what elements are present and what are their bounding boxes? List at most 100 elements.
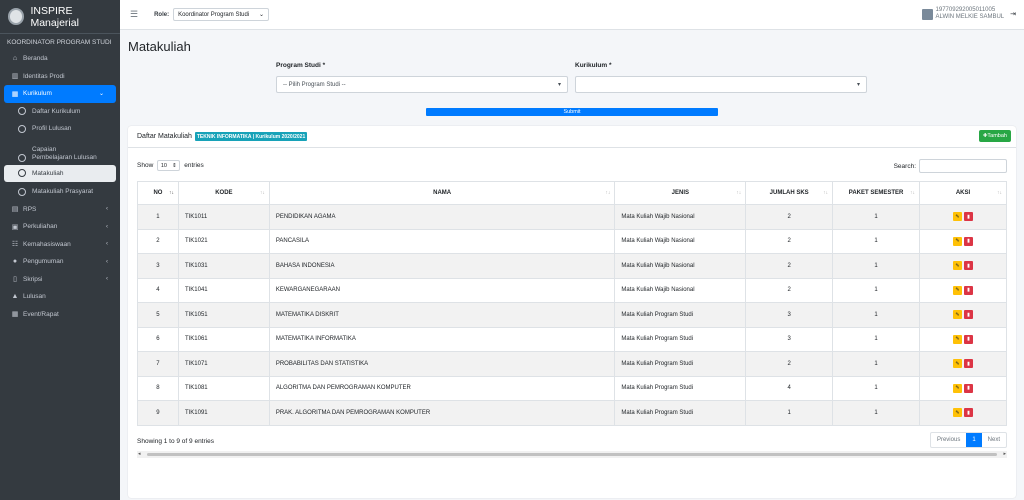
horizontal-scrollbar[interactable]: ◂ ▸	[137, 451, 1007, 458]
cell-jenis: Mata Kuliah Wajib Nasional	[614, 228, 747, 254]
delete-icon[interactable]: ▮	[964, 212, 974, 222]
search-input[interactable]	[919, 159, 1007, 173]
sort-icon: ↑↓	[910, 190, 916, 196]
delete-icon[interactable]: ▮	[964, 383, 974, 393]
sidebar-item-lulusan[interactable]: ▲ Lulusan	[0, 288, 120, 306]
sidebar-item-skripsi[interactable]: ▯ Skripsi ‹	[0, 271, 120, 289]
cell-aksi: ✎ ▮	[919, 228, 1007, 254]
next-button[interactable]: Next	[982, 433, 1006, 447]
sidebar-item-kemahasiswaan[interactable]: ☷ Kemahasiswaan ‹	[0, 236, 120, 254]
cell-sks: 4	[745, 375, 834, 401]
avatar	[921, 8, 933, 20]
delete-icon[interactable]: ▮	[964, 359, 974, 369]
cell-kode: TIK1061	[177, 326, 270, 352]
table-info: Showing 1 to 9 of 9 entries	[137, 438, 214, 445]
kurikulum-select[interactable]: ▾	[575, 76, 867, 93]
header-kode[interactable]: KODE ↑↓	[177, 181, 270, 205]
edit-icon[interactable]: ✎	[953, 212, 963, 222]
sidebar-item-profil-lulusan[interactable]: Profil Lulusan	[0, 120, 120, 138]
users-icon: ☷	[11, 241, 19, 249]
prodi-select[interactable]: -- Pilih Program Studi -- ▾	[276, 76, 568, 93]
delete-icon[interactable]: ▮	[964, 408, 974, 418]
delete-icon[interactable]: ▮	[964, 261, 974, 271]
cell-sks: 3	[745, 302, 834, 328]
institution-icon: ▥	[11, 73, 19, 81]
header-semester[interactable]: PAKET SEMESTER ↑↓	[832, 181, 921, 205]
page-1-button[interactable]: 1	[966, 433, 982, 447]
sidebar: INSPIRE Manajerial KOORDINATOR PROGRAM S…	[0, 0, 120, 500]
card-title: Daftar Matakuliah	[137, 133, 192, 140]
sort-icon: ↑↓	[997, 190, 1002, 196]
sidebar-item-daftar-kurikulum[interactable]: Daftar Kurikulum	[0, 103, 120, 121]
sidebar-item-perkuliahan[interactable]: ▣ Perkuliahan ‹	[0, 218, 120, 236]
delete-icon[interactable]: ▮	[964, 334, 974, 344]
menu-toggle-icon[interactable]: ☰	[130, 9, 138, 20]
edit-icon[interactable]: ✎	[953, 261, 963, 271]
user-panel[interactable]: 197709292005011005 ALWIN MELKIE SAMBUL ⇥	[921, 7, 1016, 21]
sort-icon: ↑↓	[823, 190, 829, 196]
cell-semester: 1	[832, 351, 921, 377]
delete-icon[interactable]: ▮	[964, 310, 974, 320]
book-icon: ▤	[11, 206, 19, 214]
sidebar-item-matakuliah[interactable]: Matakuliah	[4, 164, 116, 182]
chevron-left-icon: ‹	[106, 241, 108, 248]
edit-icon[interactable]: ✎	[953, 359, 963, 369]
role-select[interactable]: Koordinator Program Studi ⌄	[173, 8, 270, 21]
chevron-left-icon: ‹	[106, 223, 108, 230]
file-icon: ▯	[13, 276, 17, 284]
cell-nama: MATEMATIKA INFORMATIKA	[268, 326, 616, 352]
header-sks[interactable]: JUMLAH SKS ↑↓	[745, 181, 834, 205]
delete-icon[interactable]: ▮	[964, 236, 974, 246]
sidebar-item-matakuliah-prasyarat[interactable]: Matakuliah Prasyarat	[0, 183, 120, 201]
header-jenis[interactable]: JENIS ↑↓	[614, 181, 747, 205]
add-button[interactable]: ✚Tambah	[978, 130, 1011, 142]
cell-no: 5	[137, 302, 179, 328]
info-icon: ●	[12, 258, 18, 266]
entries-select[interactable]: 10 ⇕	[157, 160, 181, 171]
sidebar-item-capaian-pembelajaran[interactable]: Capaian Pembelajaran Lulusan	[0, 138, 120, 164]
sidebar-item-beranda[interactable]: ⌂ Beranda	[0, 50, 120, 68]
cell-aksi: ✎ ▮	[919, 400, 1007, 426]
sidebar-item-event-rapat[interactable]: ▦ Event/Rapat	[0, 306, 120, 324]
cell-no: 6	[137, 326, 179, 352]
topbar: ☰ Role: Koordinator Program Studi ⌄ 19770…	[120, 0, 1024, 30]
sidebar-item-rps[interactable]: ▤ RPS ‹	[0, 201, 120, 219]
calendar-icon: ▦	[11, 311, 19, 319]
search-control: Search:	[894, 159, 1007, 173]
logout-icon[interactable]: ⇥	[1010, 10, 1016, 18]
table-row: 2 TIK1021 PANCASILA Mata Kuliah Wajib Nasio…	[137, 228, 1007, 254]
updown-icon: ⇕	[172, 162, 177, 169]
edit-icon[interactable]: ✎	[953, 334, 963, 344]
sort-icon: ↑↓	[259, 190, 265, 196]
edit-icon[interactable]: ✎	[953, 310, 963, 320]
sidebar-item-kurikulum[interactable]: ▦ Kurikulum ⌄	[4, 85, 116, 103]
cell-no: 7	[137, 351, 179, 377]
scroll-right-icon[interactable]: ▸	[1003, 451, 1006, 457]
cell-semester: 1	[832, 277, 921, 303]
edit-icon[interactable]: ✎	[953, 383, 963, 393]
cell-kode: TIK1011	[177, 204, 270, 230]
delete-icon[interactable]: ▮	[964, 285, 974, 295]
brand[interactable]: INSPIRE Manajerial	[0, 0, 120, 34]
user-name: ALWIN MELKIE SAMBUL	[935, 14, 1005, 20]
kurikulum-label: Kurikulum *	[575, 62, 612, 69]
edit-icon[interactable]: ✎	[953, 285, 963, 295]
header-aksi[interactable]: AKSI ↑↓	[919, 181, 1007, 205]
sidebar-item-pengumuman[interactable]: ● Pengumuman ‹	[0, 253, 120, 271]
cell-kode: TIK1041	[177, 277, 270, 303]
circle-icon	[18, 107, 26, 116]
table-row: 9 TIK1091 PRAK. ALGORITMA DAN PEMROGRAMAN …	[137, 400, 1007, 426]
previous-button[interactable]: Previous	[931, 433, 966, 447]
submit-button[interactable]: Submit	[426, 108, 718, 116]
circle-icon	[18, 187, 26, 196]
header-nama[interactable]: NAMA ↑↓	[268, 181, 616, 205]
cell-aksi: ✎ ▮	[919, 351, 1007, 377]
header-no[interactable]: NO ↑↓	[137, 181, 179, 205]
cell-kode: TIK1081	[177, 375, 270, 401]
scroll-left-icon[interactable]: ◂	[138, 451, 141, 457]
scrollbar-thumb[interactable]	[147, 453, 997, 456]
page-title: Matakuliah	[128, 39, 191, 54]
sidebar-item-identitas-prodi[interactable]: ▥ Identitas Prodi	[0, 68, 120, 86]
edit-icon[interactable]: ✎	[953, 236, 963, 246]
edit-icon[interactable]: ✎	[953, 408, 963, 418]
